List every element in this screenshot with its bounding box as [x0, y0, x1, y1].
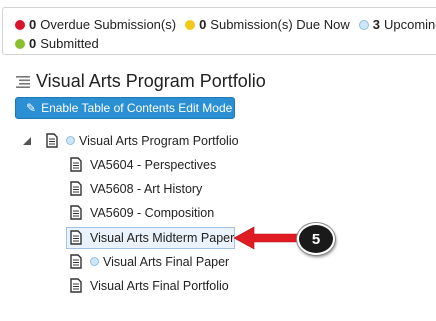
- document-icon: [70, 254, 82, 269]
- tree-item-label: VA5608 - Art History: [90, 181, 203, 196]
- document-icon: [70, 205, 82, 220]
- overdue-label: Overdue Submission(s): [40, 17, 177, 32]
- step-number-badge: 5: [297, 223, 335, 255]
- tree-item-final-portfolio[interactable]: Visual Arts Final Portfolio: [70, 278, 229, 293]
- status-upcoming: 3 Upcoming: [358, 17, 436, 32]
- status-due-now: 0 Submission(s) Due Now: [185, 17, 350, 32]
- tree-item-va5608[interactable]: VA5608 - Art History: [70, 181, 202, 196]
- yellow-dot-icon: [185, 19, 196, 30]
- red-arrow-icon: [233, 226, 299, 250]
- collapse-triangle-icon[interactable]: [22, 136, 32, 146]
- tree-item-label: Visual Arts Final Portfolio: [90, 278, 229, 293]
- status-submitted: 0 Submitted: [15, 36, 99, 51]
- document-icon: [70, 181, 82, 196]
- tree-item-label: Visual Arts Program Portfolio: [79, 133, 239, 148]
- tree-item-midterm-paper[interactable]: Visual Arts Midterm Paper: [70, 230, 234, 245]
- overdue-count: 0: [29, 17, 37, 32]
- status-overdue: 0 Overdue Submission(s): [15, 17, 176, 32]
- status-row-top: 0 Overdue Submission(s) 0 Submission(s) …: [15, 17, 436, 32]
- pencil-icon: ✎: [26, 101, 37, 115]
- enable-toc-edit-mode-button[interactable]: ✎ Enable Table of Contents Edit Mode: [15, 97, 235, 119]
- light-blue-dot-icon: [358, 19, 369, 30]
- document-icon: [70, 278, 82, 293]
- tree-item-va5609[interactable]: VA5609 - Composition: [70, 205, 214, 220]
- tree-item-va5604[interactable]: VA5604 - Perspectives: [70, 157, 216, 172]
- tree-item-label: Visual Arts Midterm Paper: [90, 230, 235, 245]
- due-now-label: Submission(s) Due Now: [210, 17, 350, 32]
- upcoming-count: 3: [372, 17, 380, 32]
- due-now-count: 0: [199, 17, 207, 32]
- page-title-row: Visual Arts Program Portfolio: [16, 71, 266, 92]
- submitted-label: Submitted: [40, 36, 99, 51]
- submission-status-summary: 0 Overdue Submission(s) 0 Submission(s) …: [2, 7, 436, 55]
- edit-button-label: Enable Table of Contents Edit Mode: [41, 101, 233, 115]
- document-icon: [46, 133, 58, 148]
- tree-item-final-paper[interactable]: Visual Arts Final Paper: [70, 254, 229, 269]
- upcoming-label: Upcoming: [383, 17, 436, 32]
- tree-item-label: VA5609 - Composition: [90, 205, 215, 220]
- status-row-bottom: 0 Submitted: [15, 36, 108, 51]
- tree-root-item[interactable]: Visual Arts Program Portfolio: [46, 133, 239, 148]
- table-of-contents-icon: [16, 75, 30, 88]
- tree-item-label: VA5604 - Perspectives: [90, 157, 217, 172]
- red-dot-icon: [15, 19, 25, 30]
- submitted-count: 0: [29, 36, 37, 51]
- green-dot-icon: [15, 38, 25, 49]
- upcoming-status-dot-icon: [90, 257, 99, 266]
- upcoming-status-dot-icon: [66, 136, 75, 145]
- document-icon: [70, 157, 82, 172]
- page-title: Visual Arts Program Portfolio: [36, 71, 266, 91]
- tree-item-label: Visual Arts Final Paper: [103, 254, 230, 269]
- document-icon: [70, 230, 82, 245]
